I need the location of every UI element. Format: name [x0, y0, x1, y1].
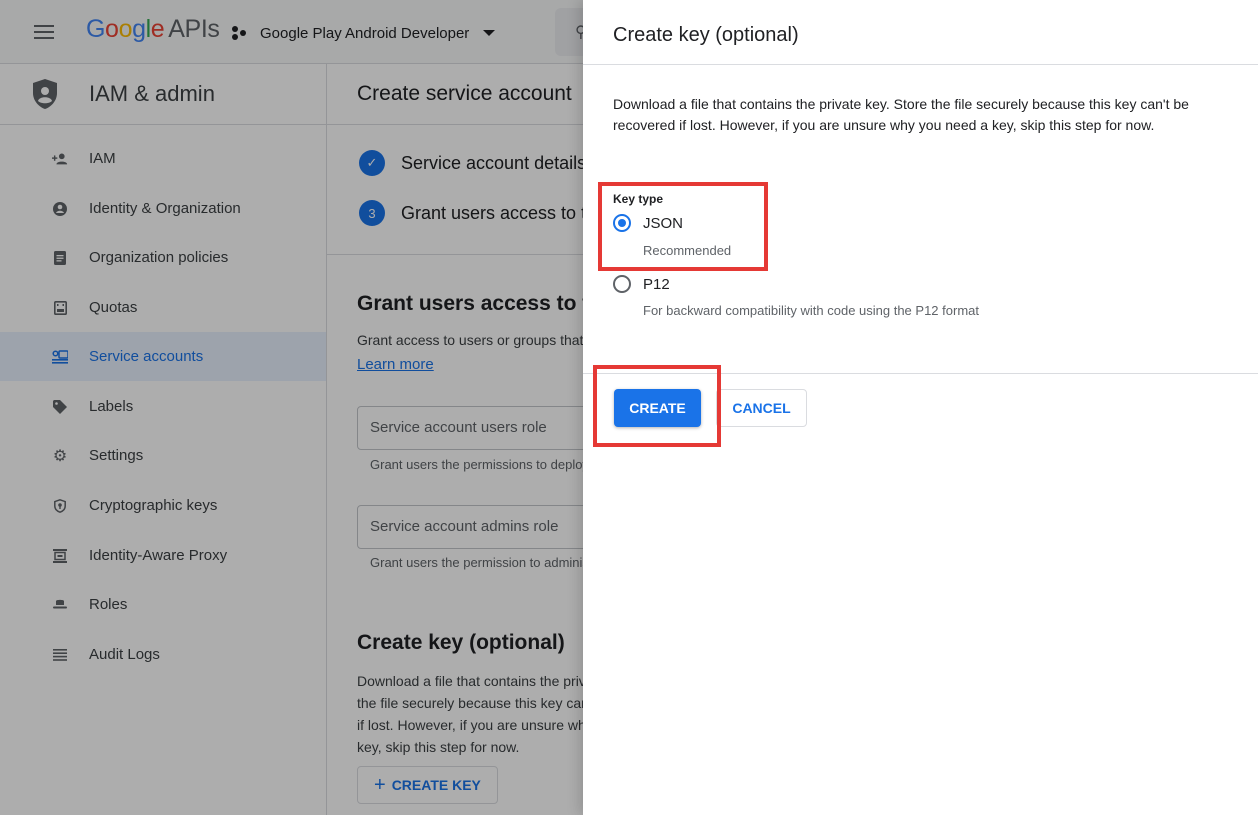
radio-p12[interactable]: P12 — [613, 275, 670, 293]
radio-sublabel: For backward compatibility with code usi… — [643, 303, 979, 318]
radio-label: P12 — [643, 275, 670, 293]
modal-scrim[interactable] — [0, 0, 583, 815]
radio-unselected-icon — [613, 275, 631, 293]
divider — [583, 373, 1258, 374]
panel-title: Create key (optional) — [613, 24, 799, 46]
panel-description: Download a file that contains the privat… — [613, 96, 1189, 133]
radio-sublabel: Recommended — [643, 243, 732, 258]
radio-selected-icon — [613, 214, 631, 232]
radio-label: JSON — [643, 214, 684, 232]
create-button[interactable]: CREATE — [614, 389, 701, 427]
key-type-label: Key type — [613, 192, 664, 206]
radio-json[interactable]: JSON — [613, 214, 683, 232]
create-key-panel: Create key (optional) Download a file th… — [583, 0, 1258, 815]
cancel-button[interactable]: CANCEL — [716, 389, 807, 427]
divider — [583, 64, 1258, 65]
